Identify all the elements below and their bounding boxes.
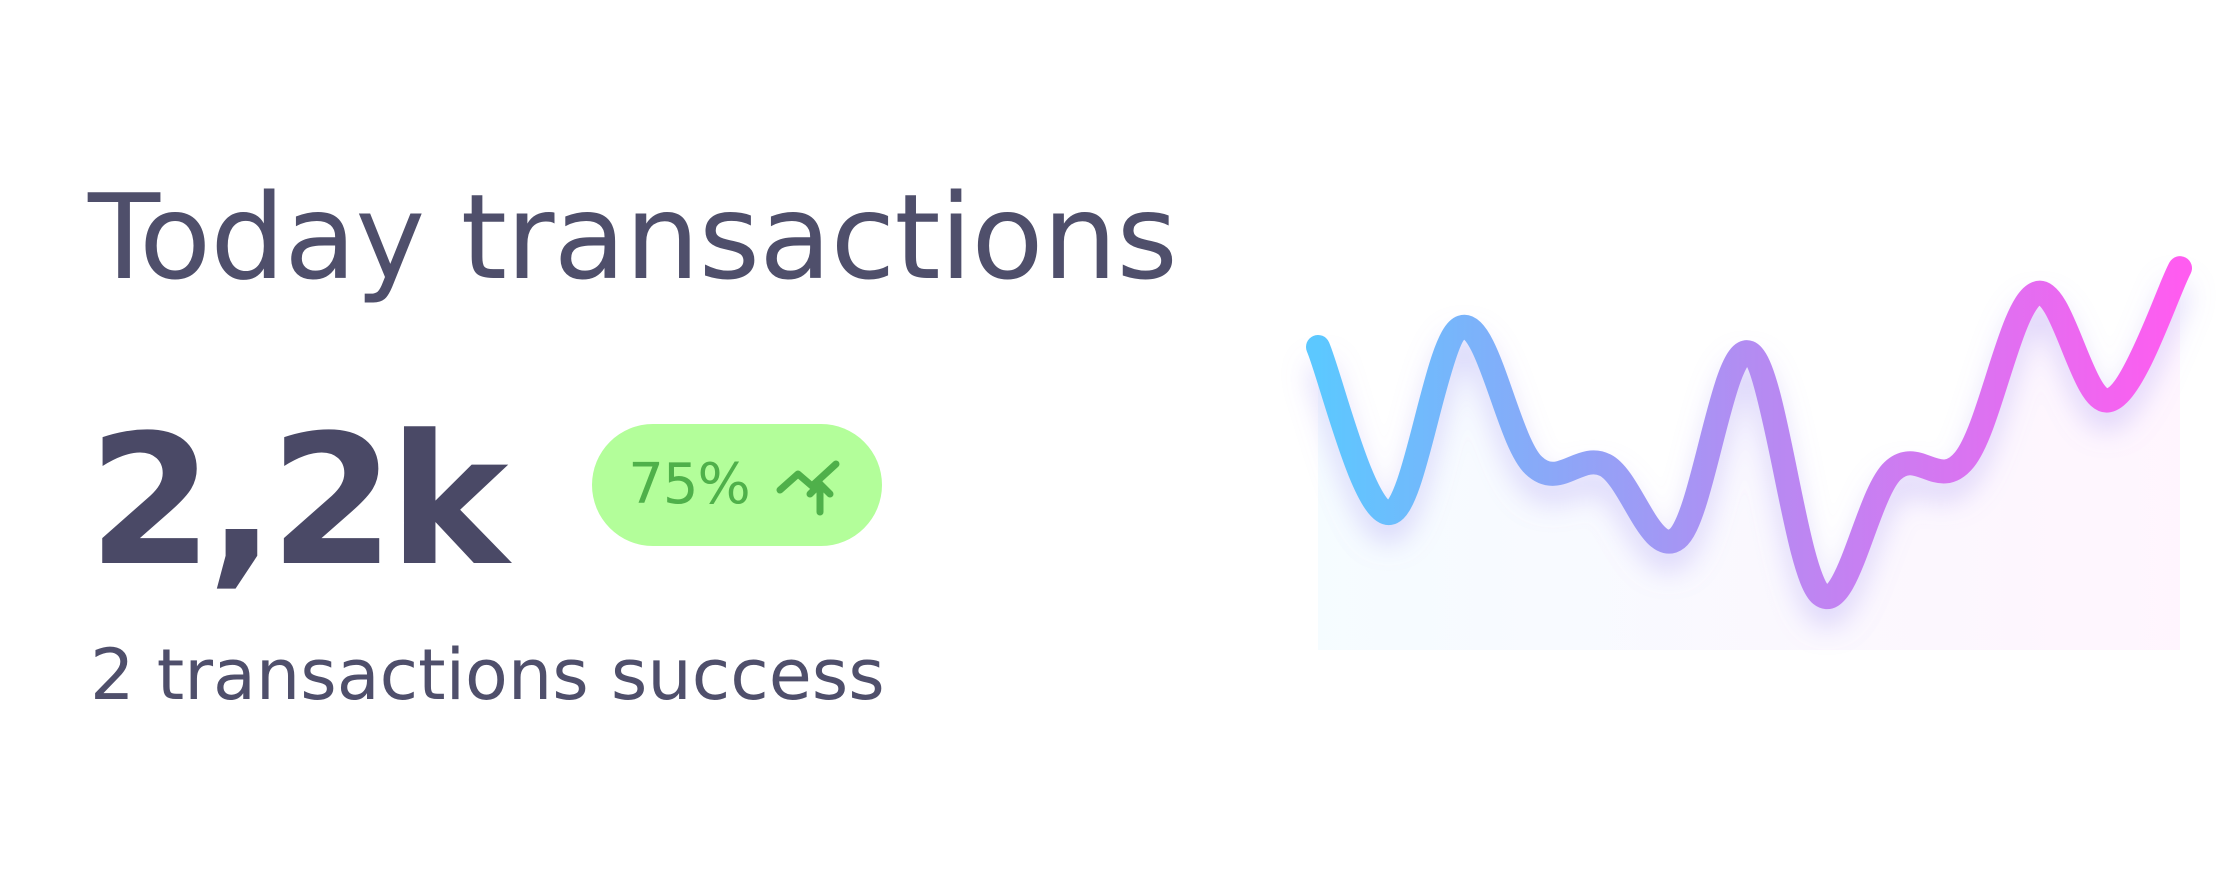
growth-percentage: 75% [628, 452, 750, 517]
card-title: Today transactions [88, 168, 1178, 306]
trending-up-icon [776, 460, 840, 516]
growth-badge: 75% [592, 424, 882, 546]
card-subtitle: 2 transactions success [90, 634, 885, 716]
transactions-card: Today transactions 2,2k 75% 2 transactio… [0, 0, 2240, 880]
transactions-sparkline [1306, 256, 2192, 650]
transactions-value: 2,2k [88, 397, 509, 606]
